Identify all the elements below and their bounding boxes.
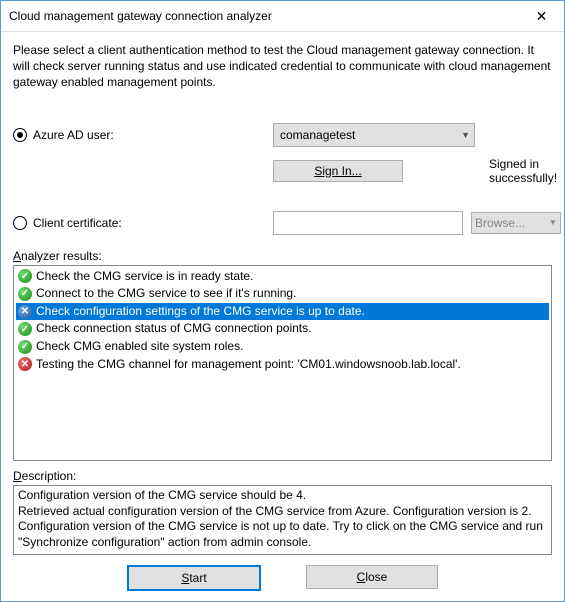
- error-icon: ✕: [18, 357, 32, 371]
- cert-input[interactable]: [273, 211, 463, 235]
- azure-user-combo[interactable]: comanagetest ▼: [273, 123, 475, 147]
- radio-icon: [13, 128, 27, 142]
- dialog-window: Cloud management gateway connection anal…: [0, 0, 565, 602]
- azure-radio-row[interactable]: Azure AD user:: [13, 128, 265, 142]
- result-text: Check the CMG service is in ready state.: [36, 269, 253, 285]
- result-text: Connect to the CMG service to see if it'…: [36, 286, 296, 302]
- result-row[interactable]: ✓ Check connection status of CMG connecti…: [16, 320, 549, 338]
- sign-in-label: Sign In...: [314, 164, 361, 178]
- radio-icon: [13, 216, 27, 230]
- info-icon: ✕: [18, 305, 32, 319]
- check-icon: ✓: [18, 322, 32, 336]
- azure-label: Azure AD user:: [33, 128, 114, 142]
- cert-label: Client certificate:: [33, 216, 122, 230]
- chevron-down-icon: ▼: [549, 218, 557, 227]
- intro-text: Please select a client authentication me…: [13, 42, 552, 91]
- close-icon[interactable]: ✕: [519, 1, 564, 31]
- result-row[interactable]: ✕ Testing the CMG channel for management …: [16, 356, 549, 374]
- check-icon: ✓: [18, 340, 32, 354]
- result-row[interactable]: ✓ Connect to the CMG service to see if it…: [16, 285, 549, 303]
- sign-in-status: Signed in successfully!: [471, 157, 561, 185]
- result-text: Check configuration settings of the CMG …: [36, 304, 365, 320]
- check-icon: ✓: [18, 269, 32, 283]
- browse-label: Browse...: [475, 216, 525, 230]
- result-row[interactable]: ✓ Check the CMG service is in ready state…: [16, 268, 549, 286]
- description-label: Description:: [13, 469, 552, 483]
- results-listbox[interactable]: ✓ Check the CMG service is in ready state…: [13, 265, 552, 461]
- close-button[interactable]: Close: [306, 565, 438, 589]
- cert-radio-row[interactable]: Client certificate:: [13, 216, 265, 230]
- combo-value: comanagetest: [280, 128, 355, 142]
- auth-section: Azure AD user: comanagetest ▼ Sign In...…: [13, 123, 552, 235]
- check-icon: ✓: [18, 287, 32, 301]
- result-row[interactable]: ✕ Check configuration settings of the CMG…: [16, 303, 549, 321]
- dialog-buttons: Start Close: [13, 555, 552, 591]
- description-textarea[interactable]: Configuration version of the CMG service…: [13, 485, 552, 555]
- result-text: Testing the CMG channel for management p…: [36, 357, 461, 373]
- results-label: Analyzer results:: [13, 249, 552, 263]
- titlebar: Cloud management gateway connection anal…: [1, 1, 564, 32]
- browse-button: Browse... ▼: [471, 212, 561, 234]
- window-title: Cloud management gateway connection anal…: [9, 9, 519, 23]
- start-button[interactable]: Start: [127, 565, 261, 591]
- result-row[interactable]: ✓ Check CMG enabled site system roles.: [16, 338, 549, 356]
- result-text: Check connection status of CMG connectio…: [36, 321, 311, 337]
- content-area: Please select a client authentication me…: [1, 32, 564, 601]
- chevron-down-icon: ▼: [461, 130, 470, 140]
- sign-in-button[interactable]: Sign In...: [273, 160, 403, 182]
- result-text: Check CMG enabled site system roles.: [36, 339, 243, 355]
